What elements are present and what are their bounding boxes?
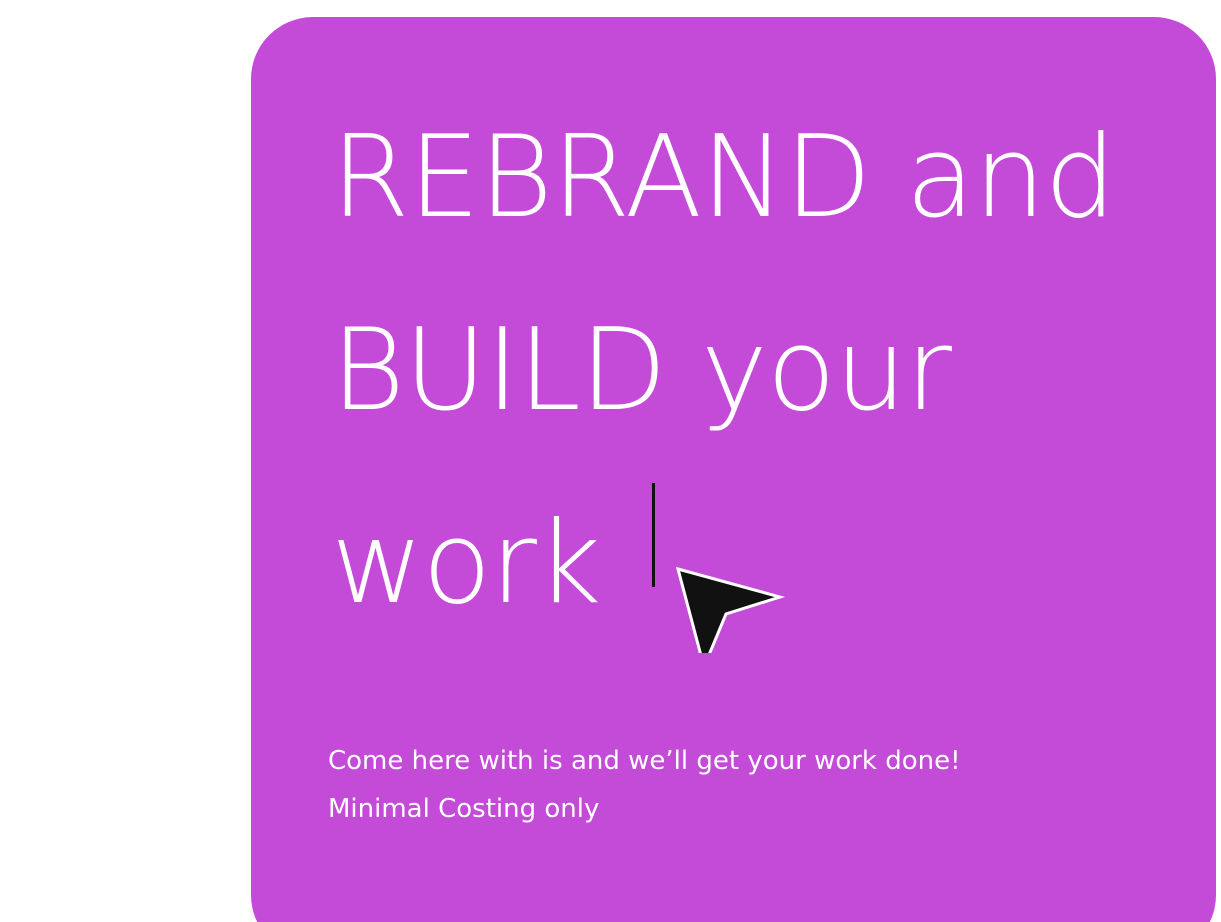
hero-subtitle-line-1: Come here with is and we’ll get your wor… [328,746,961,776]
mouse-pointer-arrow-icon [675,566,785,653]
text-caret-icon [652,483,655,587]
hero-subtitle: Come here with is and we’ll get your wor… [328,737,961,833]
hero-title-line-2: BUILD your [331,304,952,436]
hero-subtitle-line-2: Minimal Costing only [328,794,600,824]
hero-title-line-1: REBRAND and [331,111,1116,243]
page: REBRAND and BUILD your work Come here wi… [0,0,1221,922]
hero-card: REBRAND and BUILD your work Come here wi… [251,17,1216,922]
